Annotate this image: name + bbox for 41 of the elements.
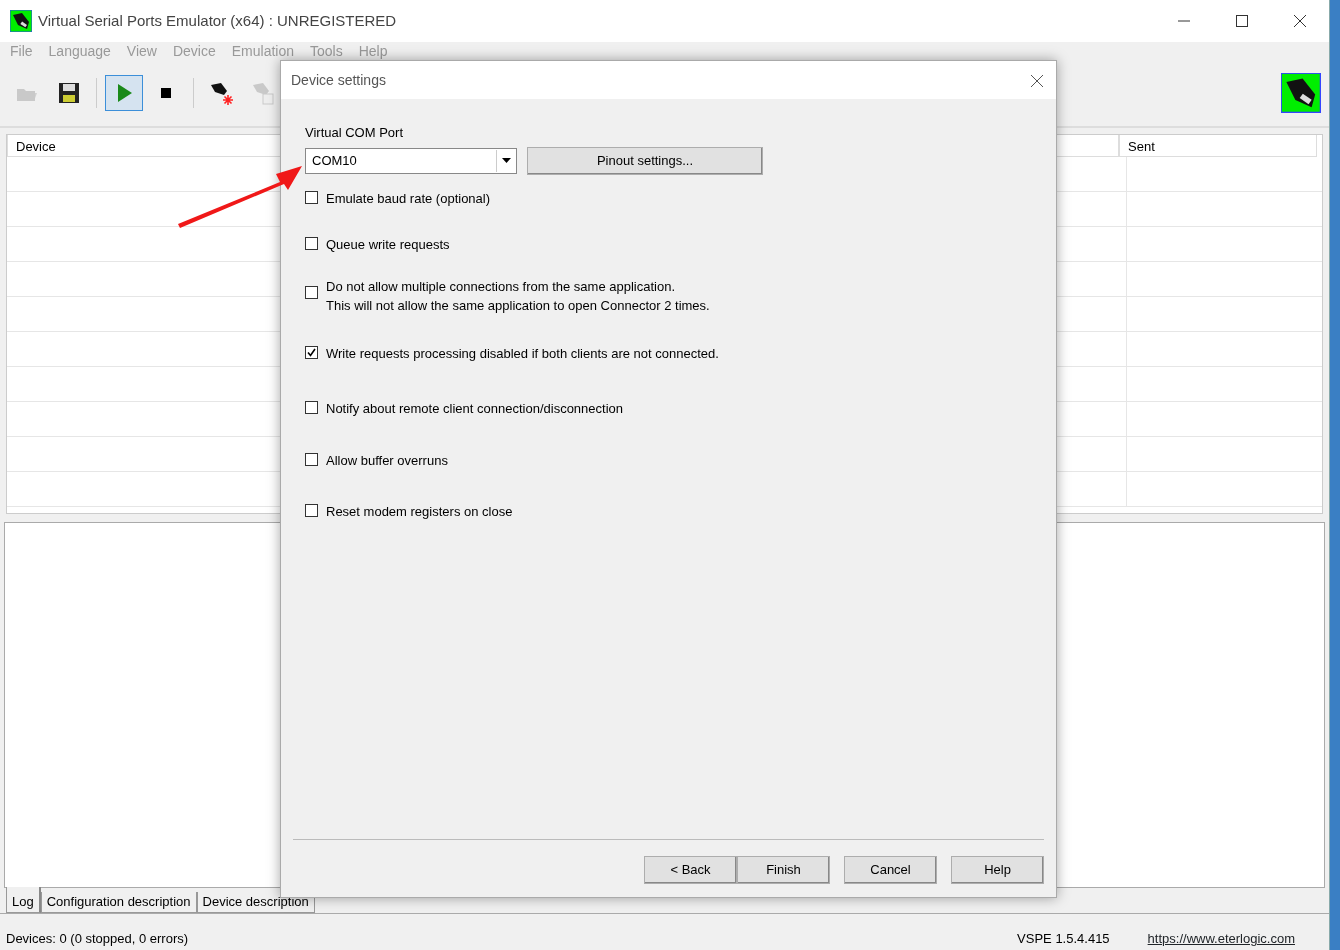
checkbox-label: Do not allow multiple connections from the same application. <box>326 277 676 296</box>
checkbox-label: Allow buffer overruns <box>326 451 448 470</box>
checkbox[interactable] <box>305 190 318 204</box>
checkbox-label: Notify about remote client connection/disconnection <box>326 400 623 418</box>
floppy-icon <box>57 81 81 105</box>
pinout-button[interactable]: Pinout settings... <box>527 146 763 175</box>
window-title: Virtual Serial Ports Emulator (x64) : UNREGISTERED <box>38 10 398 31</box>
checkbox[interactable] <box>305 237 318 250</box>
close-icon <box>1030 73 1044 88</box>
website-link[interactable]: https://www.eterlogic.com <box>1147 929 1295 949</box>
app-icon <box>10 10 32 32</box>
column-header[interactable]: Sent <box>1119 135 1317 157</box>
maximize-icon <box>1236 15 1248 27</box>
checkbox-label: This will not allow the same application to open Connector 2 times. <box>326 297 710 315</box>
port-dropdown[interactable]: COM10 <box>305 147 517 174</box>
status-text: Devices: 0 (0 stopped, 0 errors) <box>6 930 189 949</box>
checkbox-label: Reset modem registers on close <box>326 503 513 521</box>
dialog-button[interactable]: Help <box>951 856 1044 884</box>
dialog-button[interactable]: Finish <box>737 856 830 884</box>
connector-icon <box>1281 73 1321 113</box>
version-text: VSPE 1.5.4.415 <box>1017 930 1110 949</box>
tab[interactable]: Configuration description <box>40 892 197 913</box>
dropdown-arrow-icon <box>502 158 511 163</box>
checkbox-label: Emulate baud rate (optional) <box>326 189 491 208</box>
dialog-title: Device settings <box>291 70 386 90</box>
checkbox[interactable] <box>305 401 318 414</box>
checkbox-label: Queue write requests <box>326 236 450 254</box>
device-add-icon <box>209 81 233 105</box>
tab[interactable]: Device description <box>196 892 315 913</box>
checkmark-icon <box>307 347 316 357</box>
device-edit-icon <box>251 81 275 105</box>
field-label: Virtual COM Port <box>305 124 404 142</box>
checkbox[interactable] <box>305 452 318 466</box>
tab[interactable]: Log <box>6 887 41 913</box>
dialog-button[interactable]: < Back <box>644 856 737 884</box>
checkbox-label: Write requests processing disabled if both clients are not connected. <box>326 344 719 363</box>
checkbox[interactable] <box>305 504 318 517</box>
close-icon <box>1294 15 1306 27</box>
dialog-button[interactable]: Cancel <box>844 856 937 884</box>
checkbox[interactable] <box>305 345 318 359</box>
checkbox[interactable] <box>305 285 318 299</box>
